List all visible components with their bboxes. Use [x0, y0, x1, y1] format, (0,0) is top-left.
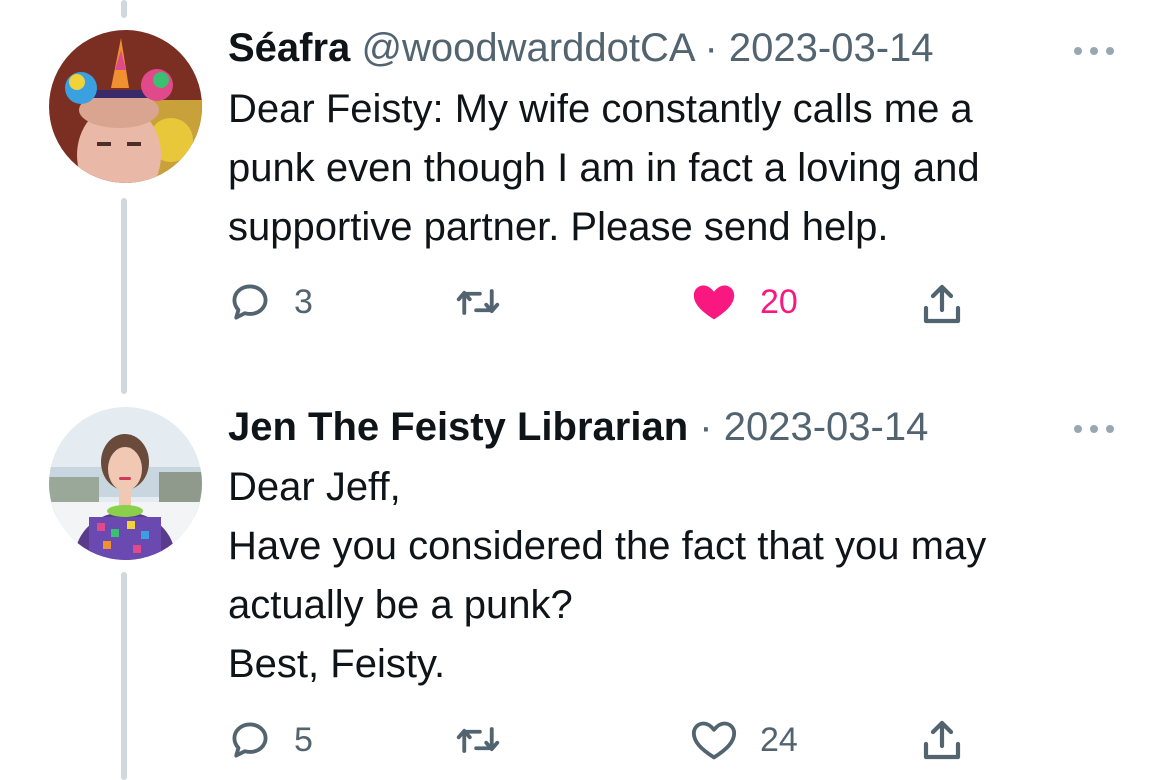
reply-count: 3 [294, 282, 313, 321]
like-button[interactable]: 24 [690, 718, 798, 762]
thread-line-top [121, 0, 127, 18]
like-count: 24 [760, 720, 798, 759]
retweet-button[interactable] [454, 280, 502, 324]
timestamp[interactable]: 2023-03-14 [729, 26, 934, 70]
thread-line-bottom [121, 572, 127, 780]
tweet-text-line: supportive partner. Please send help. [228, 205, 889, 249]
reply-icon [232, 722, 268, 758]
tweet-text-line: actually be a punk? [228, 583, 573, 627]
tweet-header: Séafra @woodwarddotCA · 2023-03-14 [228, 24, 934, 72]
tweet-text-line: Dear Jeff, [228, 465, 401, 509]
like-count: 20 [760, 282, 798, 321]
display-name[interactable]: Jen The Feisty Librarian [228, 405, 688, 449]
reply-icon [232, 284, 268, 320]
like-icon-filled [693, 285, 735, 320]
avatar[interactable] [49, 30, 202, 183]
tweet-text-line: punk even though I am in fact a loving a… [228, 146, 980, 190]
avatar-image [49, 407, 202, 560]
reply-count: 5 [294, 720, 313, 759]
thread-line-middle [121, 198, 127, 394]
handle[interactable]: @woodwarddotCA [361, 26, 693, 70]
display-name[interactable]: Séafra [228, 26, 350, 70]
retweet-icon [456, 727, 500, 753]
separator: · [699, 405, 713, 449]
tweet-text: Dear Jeff, Have you considered the fact … [228, 458, 1128, 694]
avatar[interactable] [49, 407, 202, 560]
retweet-icon [456, 289, 500, 315]
tweet-text-line: Best, Feisty. [228, 642, 446, 686]
more-icon[interactable] [1070, 40, 1120, 60]
share-button[interactable] [918, 280, 966, 328]
reply-button[interactable]: 3 [228, 280, 313, 324]
share-icon [923, 284, 961, 324]
reply-button[interactable]: 5 [228, 718, 313, 762]
tweet-text: Dear Feisty: My wife constantly calls me… [228, 80, 1128, 257]
tweet-header: Jen The Feisty Librarian · 2023-03-14 [228, 403, 928, 451]
share-icon [923, 720, 961, 760]
like-icon [691, 721, 737, 760]
avatar-image [49, 30, 202, 183]
retweet-button[interactable] [454, 718, 502, 762]
like-button[interactable]: 20 [690, 280, 798, 324]
more-icon[interactable] [1070, 418, 1120, 438]
share-button[interactable] [918, 716, 966, 764]
separator: · [704, 26, 718, 70]
tweet-text-line: Have you considered the fact that you ma… [228, 524, 987, 568]
tweet-text-line: Dear Feisty: My wife constantly calls me… [228, 87, 973, 131]
timestamp[interactable]: 2023-03-14 [724, 405, 929, 449]
